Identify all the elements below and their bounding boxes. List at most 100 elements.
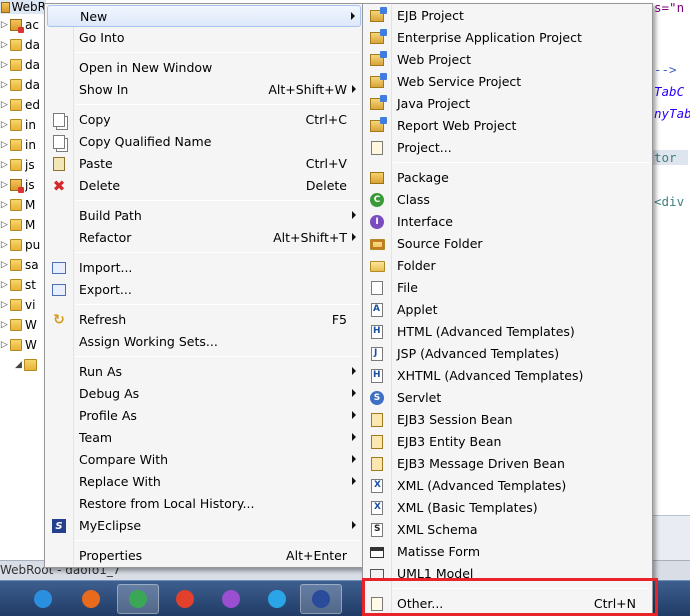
tree-item[interactable]: ▷ M <box>0 215 46 235</box>
menu-item-class[interactable]: C Class <box>365 189 650 211</box>
expand-toggle-icon[interactable]: ▷ <box>0 240 9 250</box>
tree-item[interactable]: ▷ ac <box>0 15 46 35</box>
chrome-taskbar-button[interactable] <box>117 584 159 614</box>
menu-item-ejb3-message-driven-bean[interactable]: EJB3 Message Driven Bean <box>365 453 650 475</box>
tree-item[interactable]: ▷ sa <box>0 255 46 275</box>
menu-item-run-as[interactable]: Run As <box>47 361 361 383</box>
tree-item-label: ed <box>25 98 41 112</box>
tree-item[interactable]: ▷ in <box>0 135 46 155</box>
tree-item[interactable]: ▷ st <box>0 275 46 295</box>
ejb3-session-bean-icon <box>369 412 385 428</box>
menu-item-export[interactable]: Export... <box>47 279 361 301</box>
menu-item-other[interactable]: Other... Ctrl+N <box>365 593 650 615</box>
menu-item-jsp-advanced-templates[interactable]: J JSP (Advanced Templates) <box>365 343 650 365</box>
menu-item-web-service-project[interactable]: Web Service Project <box>365 71 650 93</box>
menu-item-xml-advanced-templates[interactable]: X XML (Advanced Templates) <box>365 475 650 497</box>
expand-toggle-icon[interactable]: ▷ <box>0 300 9 310</box>
tree-item[interactable]: ▷ M <box>0 195 46 215</box>
menu-item-web-project[interactable]: Web Project <box>365 49 650 71</box>
tree-item[interactable]: ▷ js <box>0 175 46 195</box>
expand-toggle-icon[interactable]: ▷ <box>0 60 9 70</box>
expand-toggle-icon[interactable]: ▷ <box>0 20 9 30</box>
tree-root-row[interactable]: WebR <box>0 0 46 14</box>
tree-item[interactable]: ▷ in <box>0 115 46 135</box>
tree-item[interactable]: ▷ W <box>0 315 46 335</box>
menu-item-html-advanced-templates[interactable]: H HTML (Advanced Templates) <box>365 321 650 343</box>
app-bird-taskbar-button[interactable] <box>256 584 298 614</box>
expand-toggle-icon[interactable]: ▷ <box>0 80 9 90</box>
menu-item-package[interactable]: Package <box>365 167 650 189</box>
menu-item-properties[interactable]: Properties Alt+Enter <box>47 545 361 567</box>
expand-toggle-icon[interactable]: ▷ <box>0 120 9 130</box>
menu-item-enterprise-application-project[interactable]: Enterprise Application Project <box>365 27 650 49</box>
menu-item-interface[interactable]: I Interface <box>365 211 650 233</box>
tree-item[interactable]: ◢ <box>0 355 46 375</box>
expand-toggle-icon[interactable]: ▷ <box>0 340 9 350</box>
tree-item[interactable]: ▷ vi <box>0 295 46 315</box>
menu-item-team[interactable]: Team <box>47 427 361 449</box>
expand-toggle-icon[interactable]: ▷ <box>0 180 9 190</box>
expand-toggle-icon[interactable]: ▷ <box>0 320 9 330</box>
expand-toggle-icon[interactable]: ▷ <box>0 140 9 150</box>
menu-item-refactor[interactable]: Refactor Alt+Shift+T <box>47 227 361 249</box>
menu-item-myeclipse[interactable]: S MyEclipse <box>47 515 361 537</box>
tree-item[interactable]: ▷ ed <box>0 95 46 115</box>
menu-item-ejb3-entity-bean[interactable]: EJB3 Entity Bean <box>365 431 650 453</box>
expand-toggle-icon[interactable]: ▷ <box>0 220 9 230</box>
menu-item-project[interactable]: Project... <box>365 137 650 159</box>
menu-item-matisse-form[interactable]: Matisse Form <box>365 541 650 563</box>
menu-item-servlet[interactable]: S Servlet <box>365 387 650 409</box>
menu-item-new[interactable]: New <box>47 5 361 27</box>
tree-item[interactable]: ▷ da <box>0 75 46 95</box>
firefox-taskbar-button[interactable] <box>70 584 112 614</box>
menu-item-xml-basic-templates[interactable]: X XML (Basic Templates) <box>365 497 650 519</box>
expand-toggle-icon[interactable]: ▷ <box>0 160 9 170</box>
menu-item-paste[interactable]: Paste Ctrl+V <box>47 153 361 175</box>
tree-item[interactable]: ▷ W <box>0 335 46 355</box>
myeclipse-task-taskbar-button[interactable] <box>300 584 342 614</box>
menu-item-label: Assign Working Sets... <box>79 334 218 349</box>
menu-item-replace-with[interactable]: Replace With <box>47 471 361 493</box>
menu-item-copy[interactable]: Copy Ctrl+C <box>47 109 361 131</box>
menu-item-applet[interactable]: A Applet <box>365 299 650 321</box>
tree-item[interactable]: ▷ js <box>0 155 46 175</box>
ie-taskbar-button[interactable] <box>22 584 64 614</box>
tree-item[interactable]: ▷ da <box>0 55 46 75</box>
menu-item-folder[interactable]: Folder <box>365 255 650 277</box>
menu-item-ejb3-session-bean[interactable]: EJB3 Session Bean <box>365 409 650 431</box>
menu-item-restore-from-local-history[interactable]: Restore from Local History... <box>47 493 361 515</box>
menu-item-import[interactable]: Import... <box>47 257 361 279</box>
menu-item-debug-as[interactable]: Debug As <box>47 383 361 405</box>
tree-item[interactable]: ▷ da <box>0 35 46 55</box>
code-editor[interactable]: s="n --> TabC nyTab tor <div <box>652 0 690 515</box>
menu-item-refresh[interactable]: ↻ Refresh F5 <box>47 309 361 331</box>
menu-item-assign-working-sets[interactable]: Assign Working Sets... <box>47 331 361 353</box>
expand-toggle-icon[interactable]: ▷ <box>0 260 9 270</box>
expand-toggle-icon[interactable]: ◢ <box>14 360 23 370</box>
menu-item-build-path[interactable]: Build Path <box>47 205 361 227</box>
menu-item-report-web-project[interactable]: Report Web Project <box>365 115 650 137</box>
app-red-taskbar-button[interactable] <box>164 584 206 614</box>
menu-item-label: Source Folder <box>397 236 483 251</box>
tree-item[interactable]: ▷ pu <box>0 235 46 255</box>
menu-item-profile-as[interactable]: Profile As <box>47 405 361 427</box>
menu-item-xml-schema[interactable]: S XML Schema <box>365 519 650 541</box>
menu-item-uml1-model[interactable]: UML1 Model <box>365 563 650 585</box>
menu-item-file[interactable]: File <box>365 277 650 299</box>
menu-item-show-in[interactable]: Show In Alt+Shift+W <box>47 79 361 101</box>
menu-item-open-in-new-window[interactable]: Open in New Window <box>47 57 361 79</box>
menu-item-java-project[interactable]: Java Project <box>365 93 650 115</box>
menu-item-go-into[interactable]: Go Into <box>47 27 361 49</box>
expand-toggle-icon[interactable]: ▷ <box>0 100 9 110</box>
menu-item-delete[interactable]: ✖ Delete Delete <box>47 175 361 197</box>
menu-item-ejb-project[interactable]: EJB Project <box>365 5 650 27</box>
shortcut-label: Ctrl+C <box>305 112 347 127</box>
expand-toggle-icon[interactable]: ▷ <box>0 40 9 50</box>
expand-toggle-icon[interactable]: ▷ <box>0 200 9 210</box>
menu-item-compare-with[interactable]: Compare With <box>47 449 361 471</box>
expand-toggle-icon[interactable]: ▷ <box>0 280 9 290</box>
app-colorful-taskbar-button[interactable] <box>210 584 252 614</box>
menu-item-xhtml-advanced-templates[interactable]: H XHTML (Advanced Templates) <box>365 365 650 387</box>
menu-item-source-folder[interactable]: Source Folder <box>365 233 650 255</box>
menu-item-copy-qualified-name[interactable]: Copy Qualified Name <box>47 131 361 153</box>
